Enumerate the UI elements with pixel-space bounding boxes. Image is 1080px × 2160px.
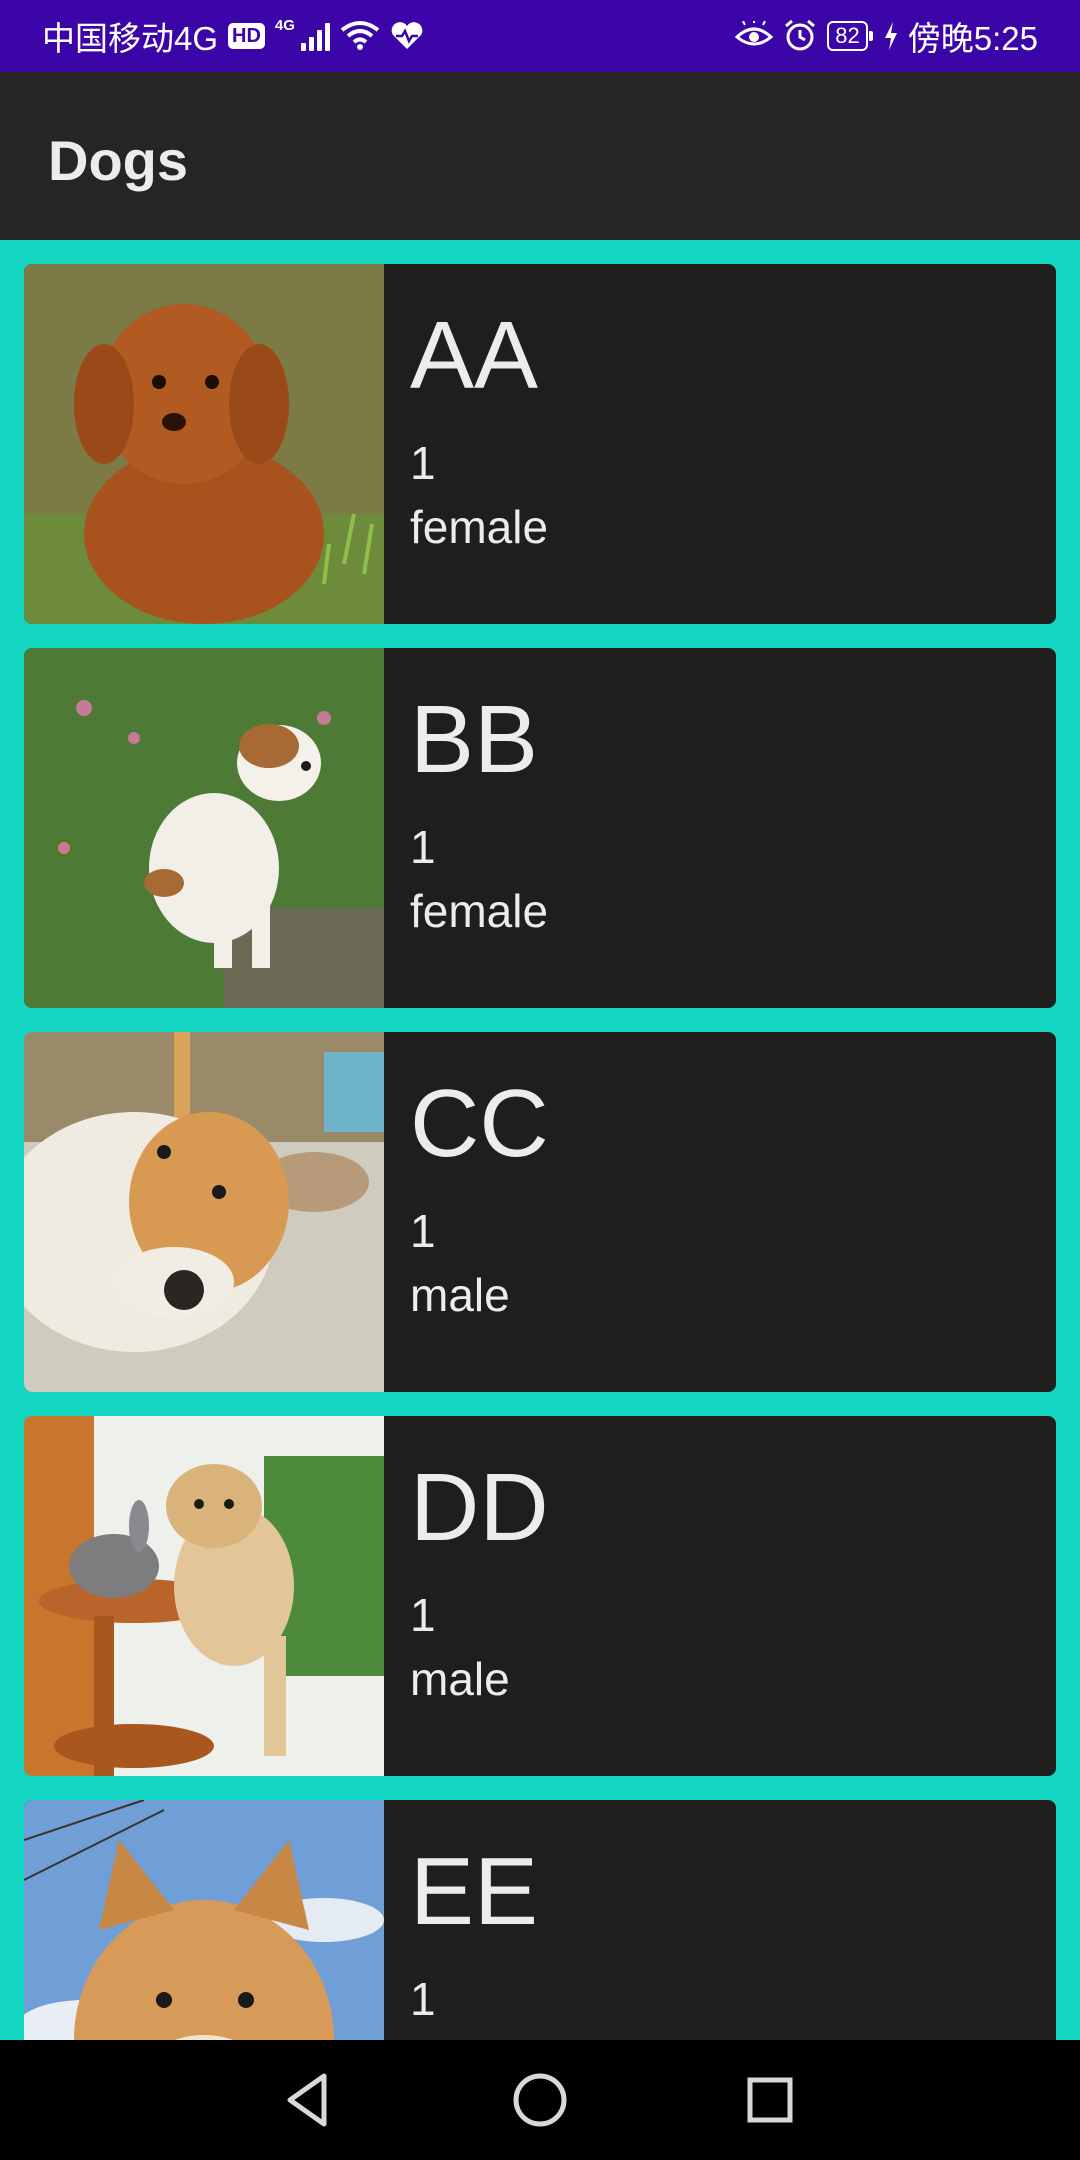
network-type-label: 4G — [274, 17, 295, 34]
dog-name: DD — [410, 1454, 549, 1561]
dog-name: EE — [410, 1838, 539, 1945]
back-triangle-icon[interactable] — [276, 2068, 340, 2132]
dog-age: 1 — [410, 437, 436, 489]
wifi-icon — [340, 21, 380, 50]
lightning-icon — [884, 22, 897, 50]
dog-card-cc[interactable]: CC 1 male — [24, 1032, 1056, 1392]
dog-photo — [24, 1800, 384, 2040]
dog-name: CC — [410, 1070, 549, 1177]
dog-age: 1 — [410, 1973, 436, 2025]
dog-card-ee[interactable]: EE 1 — [24, 1800, 1056, 2040]
home-circle-icon[interactable] — [508, 2068, 572, 2132]
alarm-icon — [785, 19, 816, 51]
hd-badge: HD — [228, 23, 265, 49]
dog-card-aa[interactable]: AA 1 female — [24, 264, 1056, 624]
app-bar: Dogs — [0, 72, 1080, 240]
dog-age: 1 — [410, 1589, 436, 1641]
page-title: Dogs — [48, 129, 188, 192]
dog-name: AA — [410, 302, 539, 409]
dog-card-bb[interactable]: BB 1 female — [24, 648, 1056, 1008]
signal-icon: 4G — [275, 17, 330, 51]
navigation-bar — [0, 2040, 1080, 2160]
carrier-label: 中国移动4G — [42, 20, 219, 57]
dog-photo — [24, 1032, 384, 1392]
status-right: 82 傍晚5:25 — [735, 12, 1038, 60]
dog-gender: male — [410, 1269, 510, 1321]
dog-gender: female — [410, 501, 549, 553]
dog-photo — [24, 1416, 384, 1776]
dog-gender: male — [410, 1653, 510, 1705]
recents-square-icon[interactable] — [738, 2068, 802, 2132]
heart-icon — [391, 22, 423, 49]
status-left: 中国移动4G HD 4G — [42, 12, 424, 60]
status-bar: 中国移动4G HD 4G 82 傍晚5:25 — [0, 0, 1080, 72]
dog-photo — [24, 648, 384, 1008]
dog-age: 1 — [410, 1205, 436, 1257]
battery-indicator: 82 — [827, 21, 874, 51]
dog-age: 1 — [410, 821, 436, 873]
clock-label: 傍晚5:25 — [907, 20, 1038, 57]
dog-list[interactable]: AA 1 female BB 1 female CC 1 male DD 1 m… — [0, 240, 1080, 2040]
eye-icon — [735, 21, 774, 46]
dog-photo — [24, 264, 384, 624]
dog-card-dd[interactable]: DD 1 male — [24, 1416, 1056, 1776]
dog-gender: female — [410, 885, 549, 937]
dog-name: BB — [410, 686, 539, 793]
